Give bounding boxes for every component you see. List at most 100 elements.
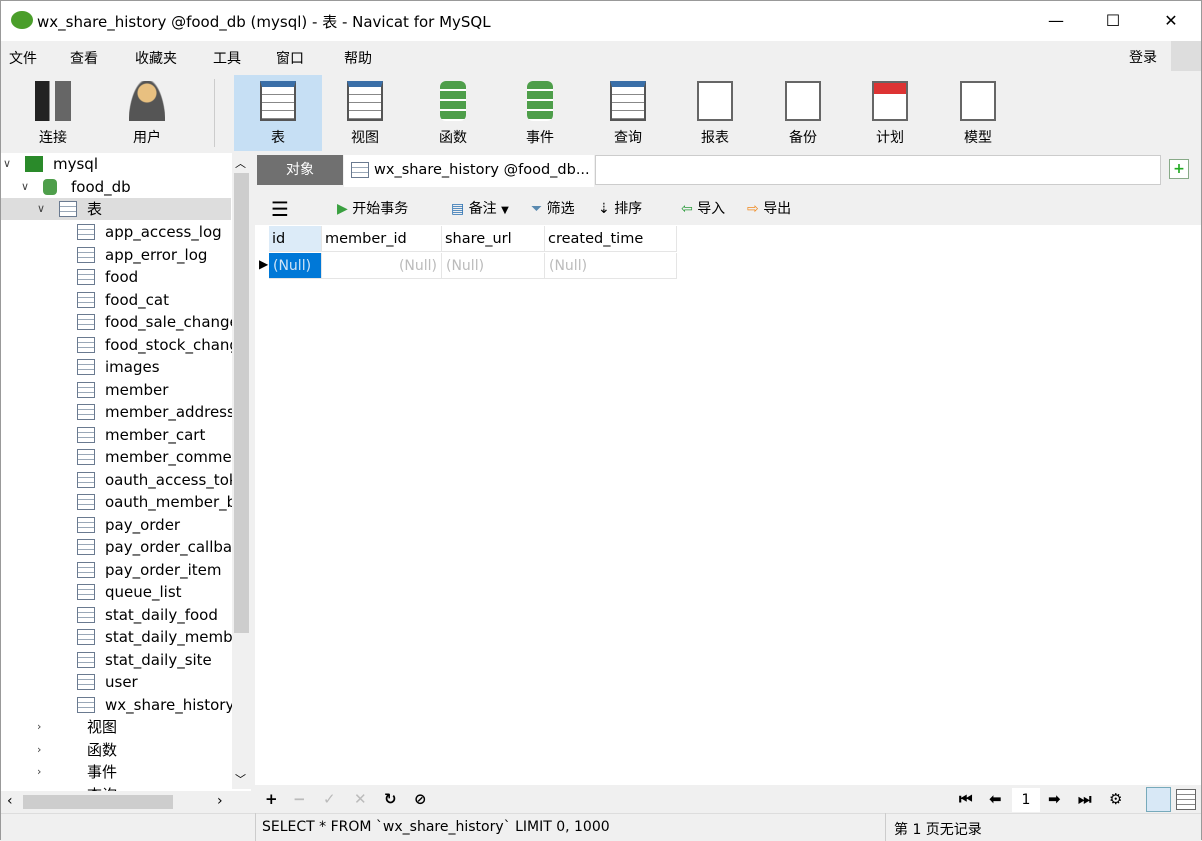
- grid-cell[interactable]: (Null): [322, 253, 442, 279]
- tab-wx-share-history[interactable]: wx_share_history @food_db...: [344, 155, 594, 187]
- stop-button[interactable]: ⊘: [414, 790, 427, 808]
- grid-cell[interactable]: (Null): [269, 253, 322, 279]
- new-tab-add-icon[interactable]: +: [1169, 159, 1189, 179]
- expand-arrow-icon[interactable]: ›: [37, 716, 41, 738]
- toolbar-divider: [214, 79, 215, 147]
- grid-cell[interactable]: (Null): [442, 253, 545, 279]
- column-header-id[interactable]: id: [269, 226, 322, 252]
- maximize-button[interactable]: ☐: [1098, 7, 1128, 35]
- expand-arrow-icon[interactable]: ∨: [37, 198, 45, 220]
- table-icon: [77, 426, 95, 443]
- last-page-button[interactable]: ⏭: [1078, 790, 1092, 808]
- avatar[interactable]: [1171, 41, 1201, 71]
- toolbar-query-button[interactable]: 查询: [584, 75, 672, 151]
- tree-tables-folder[interactable]: ∨ 表: [1, 198, 231, 220]
- tab-objects[interactable]: 对象: [257, 155, 343, 185]
- tree-table-item[interactable]: app_error_log: [1, 244, 231, 266]
- delete-record-button[interactable]: −: [293, 790, 306, 808]
- toolbar-view-button[interactable]: 视图: [321, 75, 409, 151]
- toolbar-user-button[interactable]: 用户: [103, 75, 191, 151]
- status-divider: [885, 813, 886, 841]
- tree-table-item[interactable]: images: [1, 356, 231, 378]
- tree-table-item[interactable]: pay_order_callbac: [1, 536, 240, 558]
- grid-cell[interactable]: (Null): [545, 253, 677, 279]
- expand-arrow-icon[interactable]: ›: [37, 761, 41, 783]
- tree-folder-2[interactable]: › 事件: [1, 761, 231, 783]
- begin-transaction-button[interactable]: ▶ 开始事务: [337, 198, 408, 220]
- add-record-button[interactable]: +: [265, 790, 278, 808]
- tree-table-item[interactable]: oauth_member_b: [1, 491, 236, 513]
- export-button[interactable]: ⇨ 导出: [747, 198, 791, 220]
- tree-table-item[interactable]: user: [1, 671, 231, 693]
- close-button[interactable]: ✕: [1156, 7, 1186, 35]
- refresh-button[interactable]: ↻: [384, 790, 397, 808]
- previous-page-button[interactable]: ⬅: [989, 790, 1002, 808]
- toolbar-model-button[interactable]: 模型: [934, 75, 1022, 151]
- tree-table-item[interactable]: food: [1, 266, 231, 288]
- tree-table-item[interactable]: oauth_access_tok: [1, 469, 238, 491]
- import-button[interactable]: ⇦ 导入: [681, 198, 725, 220]
- tree-table-item[interactable]: queue_list: [1, 581, 231, 603]
- hamburger-menu-icon[interactable]: ☰: [271, 198, 289, 220]
- tree-folder-0[interactable]: › 视图: [1, 716, 231, 738]
- tree-table-item[interactable]: pay_order_item: [1, 559, 231, 581]
- menu-4[interactable]: 窗口: [276, 48, 304, 68]
- filter-button[interactable]: ⏷ 筛选: [531, 198, 575, 220]
- tree-table-item[interactable]: member: [1, 379, 231, 401]
- scroll-right-icon[interactable]: ›: [217, 793, 223, 809]
- tree-connection-mysql[interactable]: ∨ mysql: [1, 153, 231, 175]
- menu-1[interactable]: 查看: [70, 48, 98, 68]
- expand-arrow-icon[interactable]: ∨: [3, 153, 11, 175]
- apply-changes-button[interactable]: ✓: [323, 790, 336, 808]
- tree-table-item[interactable]: wx_share_history: [1, 694, 234, 716]
- first-page-button[interactable]: ⏮: [959, 790, 973, 808]
- scroll-left-icon[interactable]: ‹: [7, 793, 13, 809]
- tree-table-item[interactable]: member_address: [1, 401, 235, 423]
- tree-table-item[interactable]: food_cat: [1, 289, 231, 311]
- tree-table-item[interactable]: stat_daily_site: [1, 649, 231, 671]
- toolbar-backup-button[interactable]: 备份: [759, 75, 847, 151]
- form-view-button[interactable]: [1176, 789, 1196, 810]
- function-label: 函数: [439, 130, 467, 146]
- toolbar-event-button[interactable]: 事件: [496, 75, 584, 151]
- discard-changes-button[interactable]: ✕: [354, 790, 367, 808]
- tree-table-item[interactable]: app_access_log: [1, 221, 231, 243]
- tree-table-item[interactable]: pay_order: [1, 514, 231, 536]
- tree-label: food_sale_change: [105, 313, 239, 331]
- toolbar-schedule-button[interactable]: 计划: [846, 75, 934, 151]
- column-header-share_url[interactable]: share_url: [442, 226, 545, 252]
- memo-button[interactable]: ▤ 备注 ▼: [451, 198, 509, 220]
- tree-table-item[interactable]: member_commer: [1, 446, 238, 468]
- tree-folder-1[interactable]: › 函数: [1, 739, 231, 761]
- tree-hscroll-thumb[interactable]: [23, 795, 173, 809]
- toolbar-table-button[interactable]: 表: [234, 75, 322, 151]
- status-divider: [255, 813, 256, 841]
- tree-database-food_db[interactable]: ∨ food_db: [1, 176, 231, 198]
- tree-table-item[interactable]: member_cart: [1, 424, 231, 446]
- scroll-down-icon[interactable]: ﹀: [235, 771, 246, 787]
- tree-table-item[interactable]: food_stock_chang: [1, 334, 239, 356]
- expand-arrow-icon[interactable]: ›: [37, 739, 41, 761]
- tree-scroll-thumb[interactable]: [234, 173, 249, 633]
- tree-table-item[interactable]: stat_daily_membe: [1, 626, 242, 648]
- column-header-member_id[interactable]: member_id: [322, 226, 442, 252]
- grid-view-button[interactable]: [1146, 787, 1171, 812]
- settings-gear-icon[interactable]: ⚙: [1109, 790, 1122, 808]
- toolbar-connection-button[interactable]: 连接: [9, 75, 97, 151]
- scroll-up-icon[interactable]: ︿: [235, 155, 246, 171]
- expand-arrow-icon[interactable]: ∨: [21, 176, 29, 198]
- column-header-created_time[interactable]: created_time: [545, 226, 677, 252]
- menu-0[interactable]: 文件: [9, 48, 37, 68]
- tree-table-item[interactable]: food_sale_change: [1, 311, 239, 333]
- toolbar-function-button[interactable]: 函数: [409, 75, 497, 151]
- sort-button[interactable]: ⇣ 排序: [598, 198, 642, 220]
- login-link[interactable]: 登录: [1129, 47, 1157, 67]
- menu-3[interactable]: 工具: [213, 48, 241, 68]
- toolbar-report-button[interactable]: 报表: [671, 75, 759, 151]
- minimize-button[interactable]: —: [1041, 7, 1071, 35]
- tree-table-item[interactable]: stat_daily_food: [1, 604, 231, 626]
- menu-2[interactable]: 收藏夹: [135, 48, 177, 68]
- page-number-input[interactable]: 1: [1012, 788, 1040, 812]
- menu-5[interactable]: 帮助: [344, 48, 372, 68]
- next-page-button[interactable]: ➡: [1048, 790, 1061, 808]
